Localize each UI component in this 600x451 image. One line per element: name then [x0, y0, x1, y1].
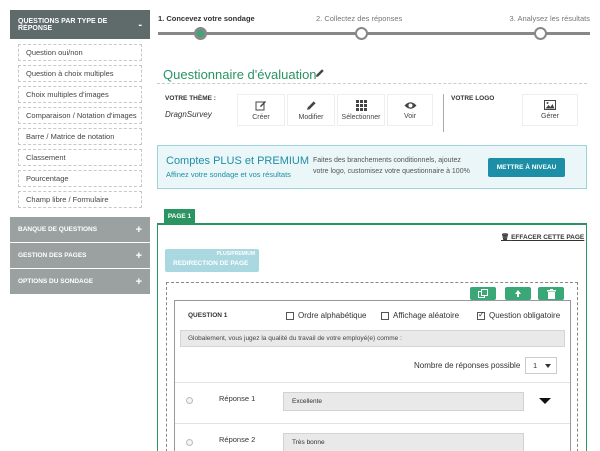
answer-label: Réponse 1 — [219, 394, 256, 403]
answers-count-select[interactable]: 1 — [525, 357, 557, 374]
sidebar-section-label: GESTION DES PAGES — [18, 252, 87, 259]
plus-icon: + — [135, 223, 142, 236]
random-display-checkbox[interactable]: Affichage aléatoire — [381, 311, 459, 320]
progress-stepper: 1. Concevez votre sondage 2. Collectez d… — [158, 12, 590, 44]
app-root: QUESTIONS PAR TYPE DE RÉPONSE - Question… — [0, 0, 600, 451]
image-icon — [544, 100, 556, 110]
create-theme-button[interactable]: Créer — [237, 94, 285, 126]
alphabetical-order-checkbox[interactable]: Ordre alphabétique — [286, 311, 367, 320]
answers-divider — [175, 423, 570, 424]
step-dot-analyze[interactable] — [534, 27, 547, 40]
required-question-checkbox[interactable]: Question obligatoire — [477, 310, 561, 320]
pencil-alt-icon — [306, 100, 316, 110]
question-type-image-choice[interactable]: Choix multiples d'images — [18, 86, 142, 103]
select-theme-label: Sélectionner — [341, 113, 381, 121]
sidebar-section-label: BANQUE DE QUESTIONS — [18, 226, 98, 233]
question-text-field[interactable]: Globalement, vous jugez la qualité du tr… — [180, 330, 565, 347]
checkbox-box — [286, 311, 294, 320]
select-theme-button[interactable]: Sélectionner — [337, 94, 385, 126]
checkbox-box — [381, 311, 389, 320]
theme-logo-divider — [443, 94, 444, 132]
required-question-label: Question obligatoire — [489, 311, 561, 320]
manage-logo-label: Gérer — [541, 113, 559, 120]
theme-label: VOTRE THÈME : — [165, 95, 216, 102]
chevron-down-icon — [545, 364, 551, 368]
answer-label: Réponse 2 — [219, 435, 256, 444]
edit-theme-label: Modifier — [298, 113, 324, 121]
upgrade-title: Comptes PLUS et PREMIUM — [166, 155, 310, 167]
checkbox-box-checked — [477, 310, 485, 320]
sidebar-section-question-bank[interactable]: BANQUE DE QUESTIONS + — [10, 217, 150, 242]
view-theme-label: Voir — [403, 112, 417, 120]
upgrade-banner: Comptes PLUS et PREMIUM Affinez votre so… — [157, 145, 587, 189]
page-redirect-button[interactable]: PLUS/PREMIUM REDIRECTION DE PAGE — [165, 249, 259, 272]
recycle-question-button[interactable] — [505, 287, 531, 300]
question-type-free-field[interactable]: Champ libre / Formulaire — [18, 191, 142, 208]
upgrade-subtitle: Affinez votre sondage et vos résultats — [166, 170, 291, 179]
theme-name: DragnSurvey — [165, 110, 212, 119]
sidebar-section-label: OPTIONS DU SONDAGE — [18, 278, 94, 285]
step-dot-collect[interactable] — [355, 27, 368, 40]
plus-icon: + — [135, 275, 142, 288]
logo-label: VOTRE LOGO — [451, 95, 495, 102]
survey-title[interactable]: Questionnaire d'évaluation — [163, 67, 317, 82]
sidebar-section-survey-options[interactable]: OPTIONS DU SONDAGE + — [10, 269, 150, 294]
eye-icon — [404, 101, 416, 109]
manage-logo-button[interactable]: Gérer — [522, 94, 578, 126]
question-type-yes-no[interactable]: Question oui/non — [18, 44, 142, 61]
recycle-icon — [515, 289, 521, 297]
question-type-ranking[interactable]: Classement — [18, 149, 142, 166]
answers-divider — [175, 382, 570, 383]
sidebar-header-label: QUESTIONS PAR TYPE DE RÉPONSE — [18, 17, 108, 32]
sidebar-section-page-management[interactable]: GESTION DES PAGES + — [10, 243, 150, 268]
answer-input[interactable]: Excellente — [283, 392, 524, 411]
step-label-collect: 2. Collectez des réponses — [316, 14, 403, 23]
delete-question-button[interactable] — [538, 287, 564, 300]
question-type-rating-matrix[interactable]: Barre / Matrice de notation — [18, 128, 142, 145]
question-type-list: Question oui/non Question à choix multip… — [10, 39, 150, 216]
survey-title-row: Questionnaire d'évaluation — [157, 62, 587, 84]
alphabetical-order-label: Ordre alphabétique — [298, 311, 367, 320]
page-tab-1[interactable]: PAGE 1 — [164, 209, 195, 223]
pencil-square-icon — [255, 100, 266, 110]
plus-premium-badge: PLUS/PREMIUM — [216, 251, 255, 257]
collapse-icon: - — [138, 18, 142, 31]
question-card — [174, 300, 571, 451]
answer-radio[interactable] — [186, 439, 193, 446]
trash-icon — [546, 288, 556, 299]
pencil-icon[interactable] — [315, 68, 325, 78]
edit-theme-button[interactable]: Modifier — [287, 94, 335, 126]
erase-page-label: EFFACER CETTE PAGE — [511, 234, 585, 241]
answer-radio[interactable] — [186, 397, 193, 404]
step-label-design: 1. Concevez votre sondage — [158, 14, 255, 23]
question-type-image-rating[interactable]: Comparaison / Notation d'images — [18, 107, 142, 124]
copy-icon — [478, 289, 488, 298]
trash-icon: 🗑︎ — [501, 234, 510, 241]
answers-count-value: 1 — [533, 361, 538, 370]
question-type-multiple-choice[interactable]: Question à choix multiples — [18, 65, 142, 82]
page-redirect-label: REDIRECTION DE PAGE — [173, 260, 249, 267]
random-display-label: Affichage aléatoire — [393, 311, 460, 320]
sidebar: QUESTIONS PAR TYPE DE RÉPONSE - Question… — [10, 10, 150, 294]
step-label-analyze: 3. Analysez les résultats — [509, 14, 590, 23]
answer-move-down-icon[interactable] — [539, 398, 551, 404]
duplicate-question-button[interactable] — [470, 287, 496, 300]
answer-input[interactable]: Très bonne — [283, 433, 524, 451]
view-theme-button[interactable]: Voir — [387, 94, 433, 126]
upgrade-description: Faites des branchements conditionnels, a… — [313, 157, 470, 175]
create-theme-label: Créer — [252, 113, 270, 121]
step-dot-design[interactable] — [194, 27, 207, 40]
question-type-percentage[interactable]: Pourcentage — [18, 170, 142, 187]
grid-icon — [355, 99, 367, 111]
step-track — [158, 32, 590, 35]
answers-count-label: Nombre de réponses possible — [414, 361, 521, 370]
upgrade-button[interactable]: METTRE À NIVEAU — [488, 158, 565, 177]
sidebar-header-question-types[interactable]: QUESTIONS PAR TYPE DE RÉPONSE - — [10, 10, 150, 39]
plus-icon: + — [135, 249, 142, 262]
erase-page-link[interactable]: 🗑︎ EFFACER CETTE PAGE — [501, 233, 584, 241]
question-number: QUESTION 1 — [188, 312, 228, 319]
